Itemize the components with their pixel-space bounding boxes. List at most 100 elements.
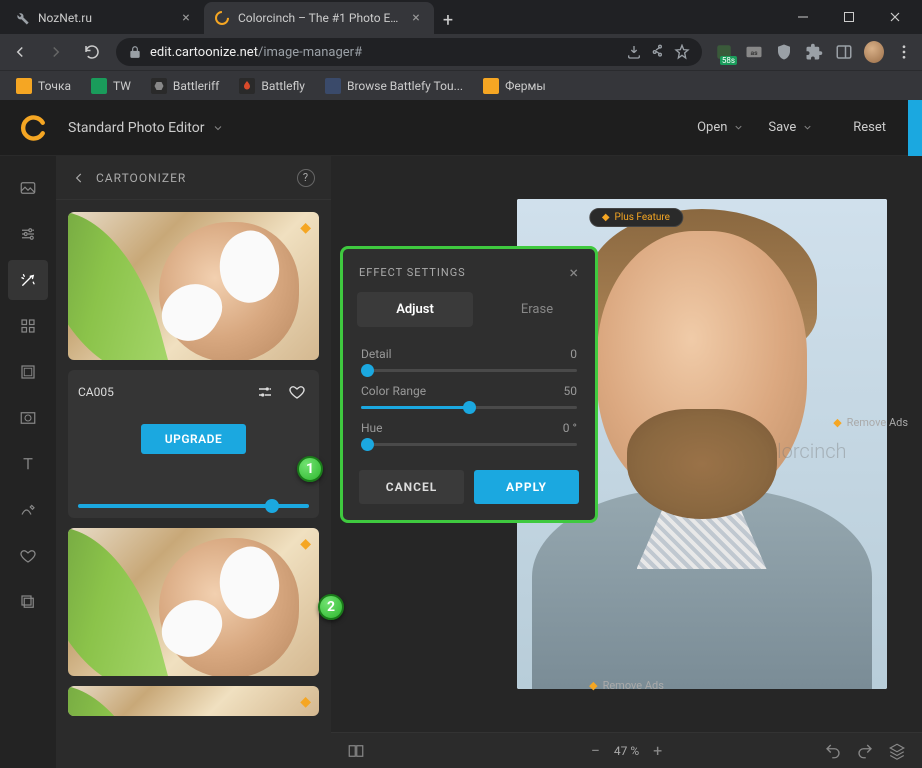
slider-track[interactable] [361,406,577,409]
share-icon[interactable] [650,44,666,60]
effect-selected: CA005 UPGRADE [68,370,319,518]
effect-list[interactable]: ◆ CA005 UPGRADE ◆ [56,200,331,768]
window-controls [780,0,918,34]
tool-sliders-icon[interactable] [8,214,48,254]
settings-sliders-icon[interactable] [253,380,277,404]
install-icon[interactable] [626,44,642,60]
redo-button[interactable] [856,742,874,760]
maximize-button[interactable] [826,0,872,34]
tool-heart-icon[interactable] [8,536,48,576]
remove-ads-link[interactable]: ◆Remove Ads [589,679,664,692]
window-titlebar: NozNet.ru × Colorcinch – The #1 Photo Ed… [0,0,922,34]
app-header: Standard Photo Editor Open Save Reset [0,100,922,156]
help-icon[interactable]: ? [297,169,315,187]
bookmark-item[interactable]: Battlefly [231,73,313,99]
wrench-icon [14,10,30,26]
svg-text:as: as [750,49,758,57]
effect-id-label: CA005 [78,385,114,399]
back-chevron-icon[interactable] [72,171,86,185]
bookmark-item[interactable]: Точка [8,73,79,99]
slider-value: 0 [570,347,577,361]
minimize-button[interactable] [780,0,826,34]
extension-shield-icon[interactable] [774,42,794,62]
zoom-controls: − 47 % + [591,741,663,760]
bookmark-item[interactable]: Browse Battlefy Tou... [317,73,471,99]
menu-kebab-icon[interactable] [894,42,914,62]
open-dropdown[interactable]: Open [697,120,744,135]
browser-tabs: NozNet.ru × Colorcinch – The #1 Photo Ed… [4,0,462,34]
effect-intensity-slider[interactable] [78,504,309,508]
slider-track[interactable] [361,369,577,372]
bookmark-item[interactable]: Фермы [475,73,554,99]
effect-thumb[interactable]: ◆ [68,212,319,360]
remove-ads-link[interactable]: ◆Remove Ads [833,416,908,429]
close-icon[interactable]: × [408,10,424,26]
extension-as-icon[interactable]: as [744,42,764,62]
apply-button[interactable]: APPLY [474,470,579,504]
reload-button[interactable] [80,40,104,64]
app-logo-icon[interactable] [20,114,48,142]
extension-timer-icon[interactable]: 58s [714,42,734,62]
tool-magic-wand-icon[interactable] [8,260,48,300]
slider-label: Hue [361,421,383,435]
effect-thumb[interactable]: ◆ [68,686,319,716]
url-text: edit.cartoonize.net/image-manager# [150,45,618,60]
tool-frame-icon[interactable] [8,352,48,392]
tool-layers-icon[interactable] [8,582,48,622]
tool-draw-icon[interactable] [8,490,48,530]
plus-feature-badge[interactable]: ◆Plus Feature [589,208,683,227]
bookmark-item[interactable]: Battleriff [143,73,227,99]
tool-rail [0,156,56,768]
tab-noznet[interactable]: NozNet.ru × [4,2,204,34]
panel-title: CARTOONIZER [96,171,186,185]
new-tab-button[interactable]: + [434,6,462,34]
slider-track[interactable] [361,443,577,446]
modal-title: EFFECT SETTINGS [359,266,466,279]
favorite-heart-icon[interactable] [285,380,309,404]
editor-mode-dropdown[interactable]: Standard Photo Editor [68,120,224,136]
tab-adjust[interactable]: Adjust [357,292,473,327]
premium-diamond-icon: ◆ [300,694,311,710]
zoom-value: 47 % [614,744,639,758]
tool-image-icon[interactable] [8,168,48,208]
watermark-text: lorcinch [777,439,846,463]
panel-header: CARTOONIZER ? [56,156,331,200]
tool-grid-icon[interactable] [8,306,48,346]
profile-avatar[interactable] [864,42,884,62]
premium-diamond-icon: ◆ [300,536,311,552]
compare-icon[interactable] [347,742,365,760]
tool-text-icon[interactable] [8,444,48,484]
extensions-puzzle-icon[interactable] [804,42,824,62]
chevron-down-icon [733,122,744,133]
extension-icons: 58s as [714,42,914,62]
tool-vignette-icon[interactable] [8,398,48,438]
bookmark-item[interactable]: TW [83,73,139,99]
zoom-in-button[interactable]: + [653,741,662,760]
address-bar[interactable]: edit.cartoonize.net/image-manager# [116,38,702,66]
tab-erase[interactable]: Erase [479,292,595,327]
tab-colorcinch[interactable]: Colorcinch – The #1 Photo Editor × [204,2,434,34]
close-icon[interactable]: × [569,263,579,282]
layers-stack-icon[interactable] [888,742,906,760]
effects-panel: CARTOONIZER ? ◆ CA005 UPGRADE [56,156,331,768]
effect-settings-modal: EFFECT SETTINGS × Adjust Erase Detail 0 C… [340,246,598,523]
save-dropdown[interactable]: Save [768,120,813,135]
close-icon[interactable]: × [178,10,194,26]
side-panel-icon[interactable] [834,42,854,62]
cancel-button[interactable]: CANCEL [359,470,464,504]
close-window-button[interactable] [872,0,918,34]
forward-button[interactable] [44,40,68,64]
effect-thumb[interactable]: ◆ [68,528,319,676]
upgrade-button[interactable]: UPGRADE [141,424,246,454]
annotation-callout-2: 2 [318,594,344,620]
reset-button[interactable]: Reset [837,112,902,143]
tab-title: Colorcinch – The #1 Photo Editor [238,11,400,25]
undo-button[interactable] [824,742,842,760]
zoom-out-button[interactable]: − [591,741,600,760]
bookmark-star-icon[interactable] [674,44,690,60]
slider-detail: Detail 0 [361,347,577,372]
slider-label: Detail [361,347,392,361]
back-button[interactable] [8,40,32,64]
right-edge-strip [908,100,922,156]
slider-value: 50 [564,384,578,398]
